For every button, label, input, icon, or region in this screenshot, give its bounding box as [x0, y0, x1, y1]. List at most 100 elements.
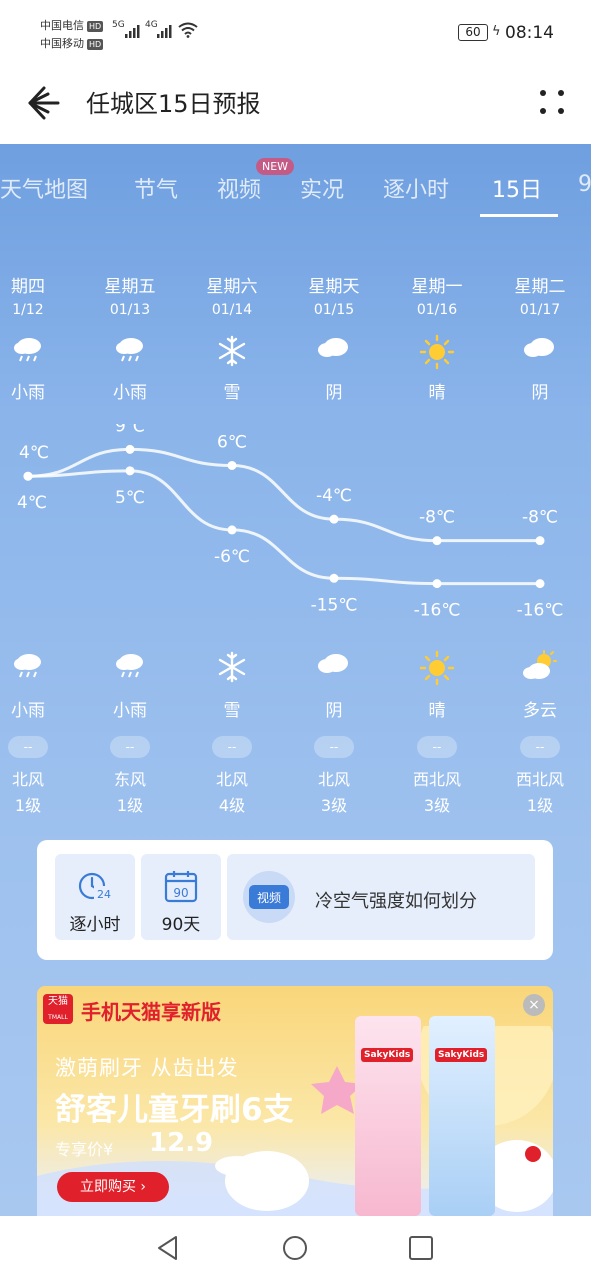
low-temp-point [432, 579, 442, 589]
90-day-button[interactable]: 90 90天 [141, 854, 221, 940]
tab-more[interactable]: 9 [578, 172, 591, 197]
day-weekday: 星期五 [104, 277, 156, 297]
high-temp-label: 9℃ [115, 424, 145, 436]
video-title: 冷空气强度如何划分 [315, 891, 477, 912]
tab-video[interactable]: 视频 [217, 172, 261, 204]
ad-headline: 舒客儿童牙刷6支 [55, 1092, 294, 1128]
low-temp-point [125, 466, 135, 476]
day-date: 01/17 [519, 302, 561, 318]
carrier-telecom: 中国电信 HD [40, 19, 104, 32]
tab-bar: 天气地图 节气 视频 NEW 实况 逐小时 15日 9 [0, 144, 591, 232]
tab-live[interactable]: 实况 [300, 172, 344, 204]
ad-brand-line: 手机天猫享新版 [81, 1000, 221, 1024]
tab-hourly[interactable]: 逐小时 [383, 172, 449, 204]
nav-recents-icon[interactable] [405, 1232, 437, 1264]
svg-text:24: 24 [97, 888, 111, 901]
temperature-chart: 4℃ 9℃ 6℃ -4℃ -8℃ -8℃ 4℃ 5℃ -6℃ -15℃ -16℃ -16℃ [17, 424, 564, 621]
app-header: 任城区15日预报 [0, 62, 591, 144]
low-temp-label: -16℃ [414, 601, 461, 621]
carrier-mobile: 中国移动 HD [40, 37, 104, 50]
snow-icon [180, 650, 284, 688]
low-temp-point [329, 573, 339, 583]
back-arrow-icon[interactable] [22, 80, 68, 126]
day-date: 01/13 [109, 302, 151, 318]
day-condition: 小雨 [11, 383, 45, 403]
high-temp-label: 6℃ [217, 432, 247, 452]
quick-links-card: 24 逐小时 90 90天 视频 冷空气强度如何划分 [37, 840, 553, 960]
hourly-button[interactable]: 24 逐小时 [55, 854, 135, 940]
high-temp-point [227, 460, 237, 470]
low-temp-label: -16℃ [517, 601, 564, 621]
video-link[interactable]: 视频 冷空气强度如何划分 [227, 854, 535, 940]
wind-level-badge: -- [0, 736, 80, 758]
night-condition: 阴 [325, 701, 343, 721]
partly-cloudy-icon [488, 650, 591, 686]
wind-level-badge: -- [78, 736, 182, 758]
90-day-label: 90天 [161, 915, 201, 935]
wind-scale: 3级 [320, 796, 348, 815]
low-temp-point [227, 525, 237, 535]
tab-15-day[interactable]: 15日 [492, 172, 542, 204]
wind-scale: 1级 [526, 796, 554, 815]
ad-subtitle: 激萌刷牙 从齿出发 [55, 1056, 239, 1080]
low-temp-label: 5℃ [115, 488, 145, 508]
ad-price: 12.9 [149, 1128, 214, 1158]
cloudy-icon [282, 334, 386, 364]
system-nav-bar [0, 1216, 591, 1280]
forecast-panel: 天气地图 节气 视频 NEW 实况 逐小时 15日 9 期四 1/12 小雨 小雨 --… [0, 144, 591, 1216]
low-temp-label: -15℃ [311, 595, 358, 615]
product-pink-toothbrush: SakyKids [355, 1016, 421, 1216]
day-date: 01/15 [313, 302, 355, 318]
calendar-90-icon: 90 [164, 871, 198, 903]
high-temp-label: 4℃ [19, 443, 49, 463]
day-date: 1/12 [12, 302, 44, 318]
wind-scale: 3级 [423, 796, 451, 815]
low-temp-point [535, 579, 545, 589]
wind-level-badge: -- [488, 736, 591, 758]
buy-now-button[interactable]: 立即购买 › [57, 1172, 169, 1202]
high-temp-label: -8℃ [419, 508, 455, 528]
wind-level-badge: -- [282, 736, 386, 758]
nav-back-icon[interactable] [152, 1232, 184, 1264]
wind-level-badge: -- [180, 736, 284, 758]
high-temp-point [125, 444, 135, 454]
day-weekday: 星期六 [206, 277, 258, 297]
high-temp-label: -4℃ [316, 486, 352, 506]
night-condition: 晴 [428, 701, 446, 721]
day-condition: 小雨 [113, 383, 147, 403]
wind-level-badge: -- [385, 736, 489, 758]
night-condition: 小雨 [11, 701, 45, 721]
day-condition: 阴 [325, 383, 343, 403]
battery-indicator: 60 [458, 24, 488, 41]
tab-weather-map[interactable]: 天气地图 [0, 172, 88, 204]
more-options-icon[interactable] [534, 84, 574, 124]
close-icon[interactable]: × [523, 994, 545, 1016]
wifi-icon [178, 22, 198, 38]
wind-direction: 西北风 [515, 770, 564, 789]
low-temp-label: -6℃ [214, 547, 250, 567]
light-rain-icon [78, 334, 182, 368]
snow-icon [180, 334, 284, 372]
low-temp-line [27, 469, 540, 586]
page-title: 任城区15日预报 [86, 90, 261, 118]
high-temp-label: -8℃ [522, 508, 558, 528]
tmall-logo: 天猫 TMALL [43, 994, 73, 1024]
day-weekday: 期四 [11, 277, 45, 297]
high-temp-point [329, 514, 339, 524]
day-date: 01/16 [416, 302, 458, 318]
light-rain-icon [0, 650, 80, 684]
day-weekday: 星期一 [411, 277, 463, 297]
wind-direction: 北风 [317, 770, 350, 789]
network-type-1: 5G [112, 20, 125, 30]
day-weekday: 星期天 [308, 277, 360, 297]
wind-direction: 东风 [113, 770, 146, 789]
sunny-icon [385, 334, 489, 374]
day-condition: 阴 [531, 383, 549, 403]
nav-home-icon[interactable] [279, 1232, 311, 1264]
wind-direction: 北风 [11, 770, 44, 789]
ad-banner[interactable]: 天猫 TMALL 手机天猫享新版 × 激萌刷牙 从齿出发 舒客儿童牙刷6支 专享价… [37, 986, 553, 1216]
tab-solar-terms[interactable]: 节气 [134, 172, 178, 204]
high-temp-line [27, 447, 540, 543]
night-condition: 小雨 [113, 701, 147, 721]
day-condition: 雪 [223, 383, 241, 403]
